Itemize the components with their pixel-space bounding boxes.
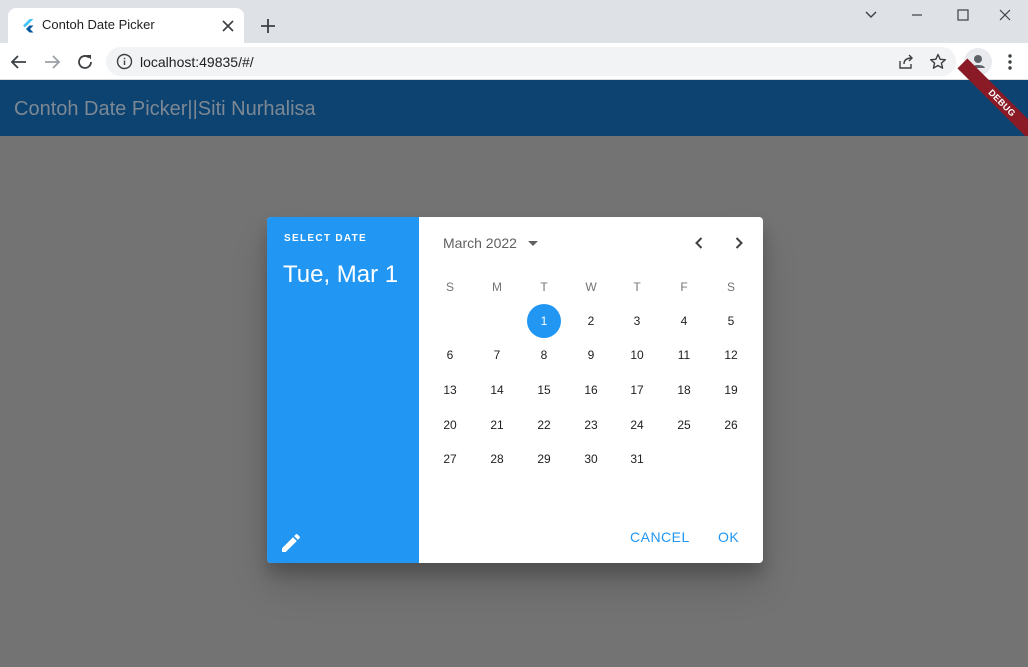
month-year-button[interactable]: March 2022 bbox=[443, 235, 517, 251]
day-cell[interactable]: 20 bbox=[433, 408, 467, 442]
weekday-label: T bbox=[540, 280, 548, 294]
date-picker-dialog: SELECT DATE Tue, Mar 1 March 2022 S M T … bbox=[267, 217, 763, 563]
bookmark-star-icon[interactable] bbox=[928, 52, 948, 72]
url-text: localhost:49835/#/ bbox=[140, 54, 254, 70]
app-bar: Contoh Date Picker||Siti Nurhalisa bbox=[0, 80, 1028, 136]
day-cell[interactable]: 13 bbox=[433, 373, 467, 407]
reload-icon[interactable] bbox=[72, 49, 98, 75]
chevron-right-icon[interactable] bbox=[727, 231, 751, 255]
day-cell[interactable]: 28 bbox=[480, 442, 514, 476]
share-icon[interactable] bbox=[896, 52, 916, 72]
weekday-label: S bbox=[445, 280, 454, 294]
weekday-label: S bbox=[726, 280, 735, 294]
day-cell[interactable]: 6 bbox=[433, 338, 467, 372]
day-cell[interactable]: 19 bbox=[714, 373, 748, 407]
close-icon bbox=[999, 9, 1011, 21]
day-cell[interactable]: 25 bbox=[667, 408, 701, 442]
browser-tabstrip: Contoh Date Picker bbox=[0, 0, 1028, 43]
chevron-left-icon[interactable] bbox=[687, 231, 711, 255]
date-picker-header: SELECT DATE Tue, Mar 1 bbox=[267, 217, 419, 563]
browser-toolbar: localhost:49835/#/ bbox=[0, 43, 1028, 80]
day-cell[interactable]: 30 bbox=[574, 442, 608, 476]
weekday-label: F bbox=[680, 280, 688, 294]
new-tab-icon[interactable] bbox=[256, 14, 280, 38]
minimize-icon bbox=[912, 14, 922, 16]
day-cell[interactable]: 8 bbox=[527, 338, 561, 372]
day-cell[interactable]: 31 bbox=[620, 442, 654, 476]
day-cell[interactable]: 9 bbox=[574, 338, 608, 372]
maximize-button[interactable] bbox=[940, 0, 986, 32]
close-window-button[interactable] bbox=[982, 0, 1028, 32]
day-cell[interactable]: 14 bbox=[480, 373, 514, 407]
forward-arrow-icon[interactable] bbox=[39, 49, 65, 75]
more-vert-icon[interactable] bbox=[1000, 51, 1020, 73]
tab-title: Contoh Date Picker bbox=[42, 17, 155, 32]
info-icon[interactable] bbox=[116, 53, 133, 70]
pencil-icon[interactable] bbox=[279, 531, 303, 555]
help-text: SELECT DATE bbox=[284, 233, 368, 244]
flutter-icon bbox=[23, 19, 34, 33]
day-cell[interactable]: 22 bbox=[527, 408, 561, 442]
minimize-button[interactable] bbox=[894, 0, 940, 32]
ok-button[interactable]: OK bbox=[718, 529, 739, 545]
close-tab-icon[interactable] bbox=[218, 16, 238, 36]
cancel-button[interactable]: CANCEL bbox=[630, 529, 690, 545]
day-cell[interactable]: 4 bbox=[667, 304, 701, 338]
day-cell[interactable]: 12 bbox=[714, 338, 748, 372]
day-cell-selected[interactable]: 1 bbox=[527, 304, 561, 338]
day-cell[interactable]: 29 bbox=[527, 442, 561, 476]
browser-tab[interactable]: Contoh Date Picker bbox=[8, 8, 244, 43]
day-cell[interactable]: 5 bbox=[714, 304, 748, 338]
maximize-icon bbox=[957, 9, 969, 21]
day-cell[interactable]: 17 bbox=[620, 373, 654, 407]
caret-down-icon[interactable] bbox=[525, 235, 541, 251]
day-cell[interactable]: 11 bbox=[667, 338, 701, 372]
day-cell[interactable]: 24 bbox=[620, 408, 654, 442]
tab-search-button[interactable] bbox=[848, 0, 894, 32]
day-cell[interactable]: 15 bbox=[527, 373, 561, 407]
day-cell[interactable]: 21 bbox=[480, 408, 514, 442]
day-cell[interactable]: 7 bbox=[480, 338, 514, 372]
day-cell[interactable]: 10 bbox=[620, 338, 654, 372]
day-cell[interactable]: 2 bbox=[574, 304, 608, 338]
back-arrow-icon[interactable] bbox=[6, 49, 32, 75]
app-title: Contoh Date Picker||Siti Nurhalisa bbox=[14, 98, 316, 120]
weekday-label: T bbox=[633, 280, 641, 294]
day-cell[interactable]: 23 bbox=[574, 408, 608, 442]
day-cell[interactable]: 26 bbox=[714, 408, 748, 442]
day-cell[interactable]: 3 bbox=[620, 304, 654, 338]
day-cell[interactable]: 27 bbox=[433, 442, 467, 476]
selected-date-text: Tue, Mar 1 bbox=[283, 261, 399, 288]
day-cell[interactable]: 16 bbox=[574, 373, 608, 407]
address-bar[interactable]: localhost:49835/#/ bbox=[106, 47, 956, 76]
day-cell[interactable]: 18 bbox=[667, 373, 701, 407]
weekday-label: M bbox=[492, 280, 502, 294]
weekday-label: W bbox=[585, 280, 597, 294]
chevron-down-icon bbox=[865, 11, 877, 18]
